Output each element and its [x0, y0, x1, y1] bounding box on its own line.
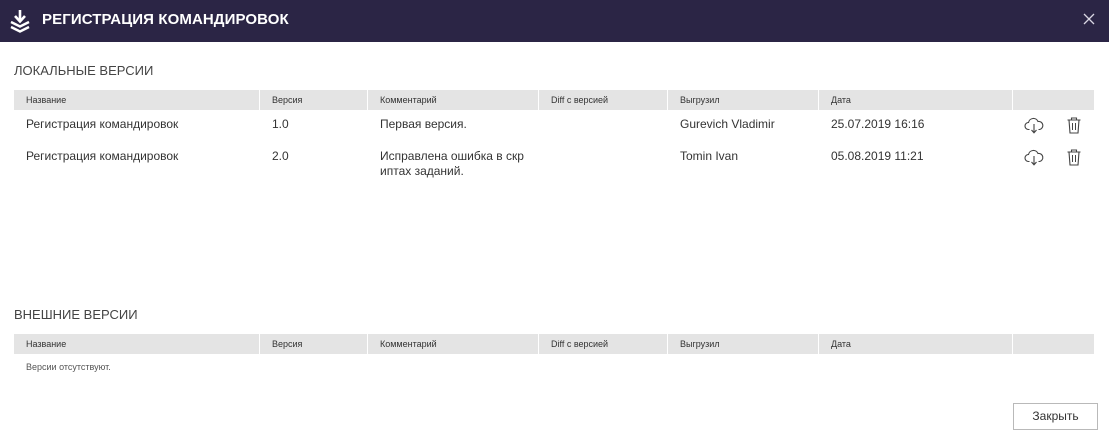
local-versions-header: Название Версия Комментарий Diff с верси…	[14, 90, 1094, 110]
column-header-actions	[1013, 90, 1094, 110]
trash-icon[interactable]	[1064, 115, 1084, 135]
column-header-diff[interactable]: Diff с версией	[539, 334, 667, 354]
cloud-download-icon[interactable]	[1024, 147, 1044, 167]
row-name: Регистрация командировок	[26, 149, 179, 163]
column-header-date[interactable]: Дата	[819, 334, 1012, 354]
column-header-comment[interactable]: Комментарий	[368, 334, 538, 354]
row-uploaded-by: Gurevich Vladimir	[680, 117, 775, 131]
row-comment: Первая версия.	[380, 117, 538, 132]
external-versions-header: Название Версия Комментарий Diff с верси…	[14, 334, 1094, 354]
cloud-download-icon[interactable]	[1024, 115, 1044, 135]
empty-state-text: Версии отсутствуют.	[26, 362, 111, 372]
close-icon[interactable]	[1079, 9, 1099, 29]
external-versions-title: ВНЕШНИЕ ВЕРСИИ	[14, 307, 138, 322]
table-row[interactable]: Регистрация командировок 1.0 Первая верс…	[14, 117, 1094, 149]
download-stack-icon	[10, 10, 30, 33]
local-versions-title: ЛОКАЛЬНЫЕ ВЕРСИИ	[14, 63, 154, 78]
column-header-actions	[1013, 334, 1094, 354]
dialog-titlebar: РЕГИСТРАЦИЯ КОМАНДИРОВОК	[0, 0, 1109, 42]
table-row[interactable]: Регистрация командировок 2.0 Исправлена …	[14, 149, 1094, 181]
column-header-uploaded-by[interactable]: Выгрузил	[668, 90, 818, 110]
column-header-name[interactable]: Название	[14, 90, 259, 110]
close-button[interactable]: Закрыть	[1013, 403, 1098, 430]
row-uploaded-by: Tomin Ivan	[680, 149, 739, 163]
row-comment-line1: Исправлена ошибка в скр	[380, 149, 524, 163]
column-header-version[interactable]: Версия	[260, 90, 367, 110]
row-date: 05.08.2019 11:21	[831, 149, 924, 163]
row-version: 1.0	[272, 117, 289, 131]
row-comment-line1: Первая версия.	[380, 117, 467, 131]
row-comment-line2: иптах заданий.	[380, 164, 464, 178]
row-date: 25.07.2019 16:16	[831, 117, 925, 131]
column-header-version[interactable]: Версия	[260, 334, 367, 354]
column-header-diff[interactable]: Diff с версией	[539, 90, 667, 110]
column-header-date[interactable]: Дата	[819, 90, 1012, 110]
dialog-title: РЕГИСТРАЦИЯ КОМАНДИРОВОК	[42, 11, 289, 28]
row-name: Регистрация командировок	[26, 117, 179, 131]
row-version: 2.0	[272, 149, 289, 163]
column-header-uploaded-by[interactable]: Выгрузил	[668, 334, 818, 354]
trash-icon[interactable]	[1064, 147, 1084, 167]
column-header-comment[interactable]: Комментарий	[368, 90, 538, 110]
row-comment: Исправлена ошибка в скр иптах заданий.	[380, 149, 538, 179]
column-header-name[interactable]: Название	[14, 334, 259, 354]
